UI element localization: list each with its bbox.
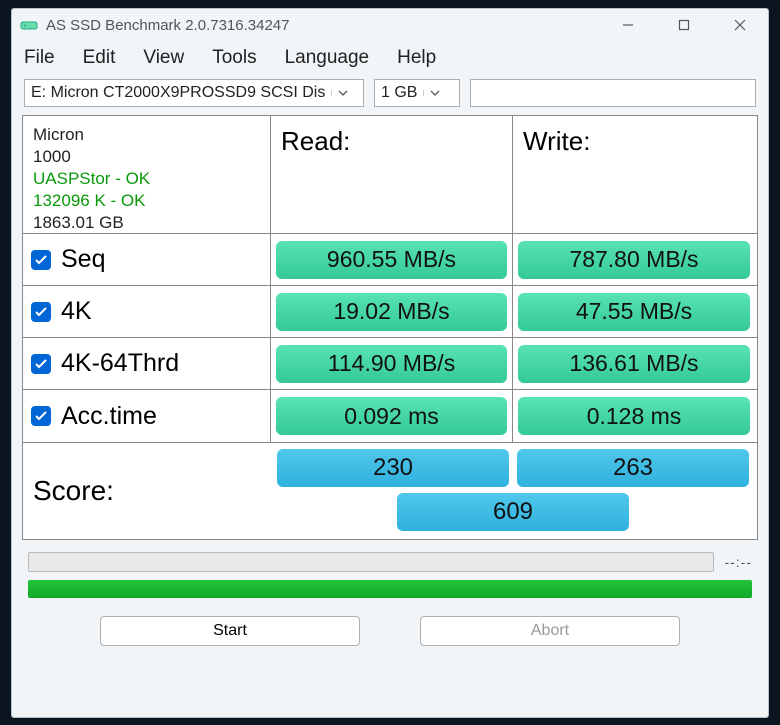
test-label-cell: 4K-64Thrd bbox=[23, 338, 271, 389]
score-area: 230 263 609 bbox=[271, 443, 757, 539]
read-cell: 960.55 MB/s bbox=[271, 234, 513, 285]
blank-field[interactable] bbox=[470, 79, 756, 107]
disk-selector[interactable]: E: Micron CT2000X9PROSSD9 SCSI Dis bbox=[24, 79, 364, 107]
test-label-cell: Acc.time bbox=[23, 390, 271, 442]
window-controls bbox=[600, 9, 768, 41]
test-row: 4K-64Thrd 114.90 MB/s 136.61 MB/s bbox=[23, 338, 757, 390]
read-header: Read: bbox=[271, 116, 513, 233]
write-cell: 47.55 MB/s bbox=[513, 286, 755, 337]
read-cell: 19.02 MB/s bbox=[271, 286, 513, 337]
menu-tools[interactable]: Tools bbox=[212, 47, 256, 69]
menubar: File Edit View Tools Language Help bbox=[12, 41, 768, 79]
write-header: Write: bbox=[513, 116, 755, 233]
titlebar: AS SSD Benchmark 2.0.7316.34247 bbox=[12, 9, 768, 41]
write-cell: 136.61 MB/s bbox=[513, 338, 755, 389]
drive-name: Micron bbox=[33, 124, 84, 146]
test-row: Seq 960.55 MB/s 787.80 MB/s bbox=[23, 234, 757, 286]
read-cell: 0.092 ms bbox=[271, 390, 513, 442]
completion-bar bbox=[28, 580, 752, 598]
score-label: Score: bbox=[23, 443, 271, 539]
app-icon bbox=[20, 16, 38, 34]
progress-row: --:-- bbox=[12, 540, 768, 576]
drive-capacity: 1863.01 GB bbox=[33, 212, 124, 234]
write-cell: 0.128 ms bbox=[513, 390, 755, 442]
chevron-down-icon bbox=[423, 90, 445, 96]
checkbox-icon[interactable] bbox=[31, 406, 51, 426]
size-selector[interactable]: 1 GB bbox=[374, 79, 460, 107]
write-cell: 787.80 MB/s bbox=[513, 234, 755, 285]
test-name: Seq bbox=[61, 245, 105, 274]
menu-edit[interactable]: Edit bbox=[83, 47, 116, 69]
write-value: 0.128 ms bbox=[518, 397, 750, 435]
test-row: Acc.time 0.092 ms 0.128 ms bbox=[23, 390, 757, 442]
checkbox-icon[interactable] bbox=[31, 354, 51, 374]
read-value: 114.90 MB/s bbox=[276, 345, 507, 383]
score-row: Score: 230 263 609 bbox=[23, 442, 757, 539]
header-row: Micron 1000 UASPStor - OK 132096 K - OK … bbox=[23, 116, 757, 234]
progress-bar bbox=[28, 552, 714, 572]
start-button[interactable]: Start bbox=[100, 616, 360, 646]
window-title: AS SSD Benchmark 2.0.7316.34247 bbox=[46, 17, 290, 34]
close-button[interactable] bbox=[712, 9, 768, 41]
size-selector-value: 1 GB bbox=[375, 84, 423, 102]
align-status: 132096 K - OK bbox=[33, 190, 145, 212]
test-name: Acc.time bbox=[61, 402, 157, 431]
app-window: AS SSD Benchmark 2.0.7316.34247 File Edi… bbox=[11, 8, 769, 718]
write-value: 47.55 MB/s bbox=[518, 293, 750, 331]
checkbox-icon[interactable] bbox=[31, 250, 51, 270]
read-value: 960.55 MB/s bbox=[276, 241, 507, 279]
score-read: 230 bbox=[277, 449, 509, 487]
menu-help[interactable]: Help bbox=[397, 47, 436, 69]
drive-model-num: 1000 bbox=[33, 146, 71, 168]
abort-button[interactable]: Abort bbox=[420, 616, 680, 646]
test-name: 4K bbox=[61, 297, 92, 326]
results-table: Micron 1000 UASPStor - OK 132096 K - OK … bbox=[22, 115, 758, 540]
progress-status: --:-- bbox=[724, 554, 752, 570]
maximize-button[interactable] bbox=[656, 9, 712, 41]
score-write: 263 bbox=[517, 449, 749, 487]
read-value: 0.092 ms bbox=[276, 397, 507, 435]
menu-view[interactable]: View bbox=[143, 47, 184, 69]
menu-file[interactable]: File bbox=[24, 47, 55, 69]
button-row: Start Abort bbox=[12, 602, 768, 656]
write-value: 787.80 MB/s bbox=[518, 241, 750, 279]
test-row: 4K 19.02 MB/s 47.55 MB/s bbox=[23, 286, 757, 338]
driver-status: UASPStor - OK bbox=[33, 168, 150, 190]
test-label-cell: Seq bbox=[23, 234, 271, 285]
drive-info: Micron 1000 UASPStor - OK 132096 K - OK … bbox=[23, 116, 271, 233]
test-name: 4K-64Thrd bbox=[61, 349, 179, 378]
checkbox-icon[interactable] bbox=[31, 302, 51, 322]
minimize-button[interactable] bbox=[600, 9, 656, 41]
disk-selector-value: E: Micron CT2000X9PROSSD9 SCSI Dis bbox=[25, 84, 331, 102]
read-cell: 114.90 MB/s bbox=[271, 338, 513, 389]
write-value: 136.61 MB/s bbox=[518, 345, 750, 383]
score-total: 609 bbox=[397, 493, 629, 531]
toolbar: E: Micron CT2000X9PROSSD9 SCSI Dis 1 GB bbox=[12, 79, 768, 115]
test-label-cell: 4K bbox=[23, 286, 271, 337]
read-value: 19.02 MB/s bbox=[276, 293, 507, 331]
chevron-down-icon bbox=[331, 90, 353, 96]
menu-language[interactable]: Language bbox=[285, 47, 370, 69]
